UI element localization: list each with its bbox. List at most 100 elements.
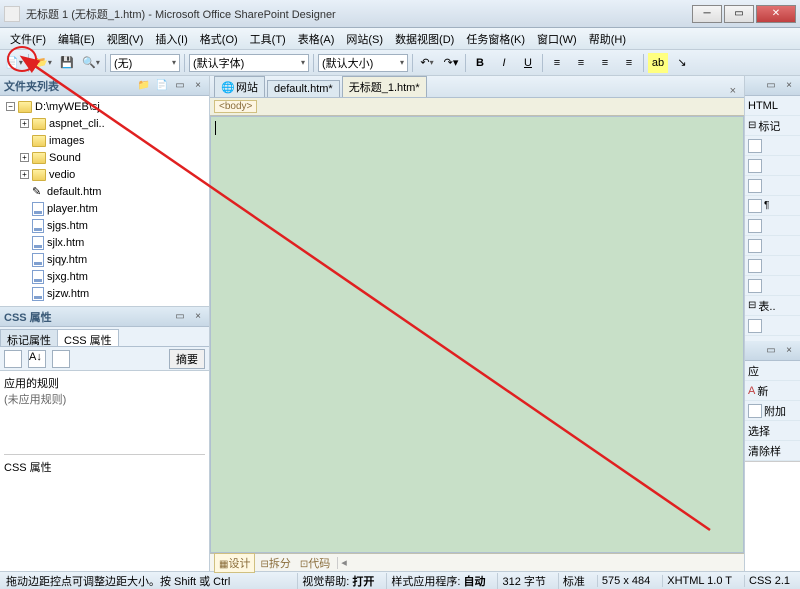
css-sort3-icon[interactable]	[52, 350, 70, 368]
folder-tree[interactable]: −D:\myWEB\sj +aspnet_cli.. images +Sound…	[0, 96, 209, 306]
preview-button[interactable]: 🔍▾	[81, 53, 101, 73]
close-tab-button[interactable]: ×	[726, 85, 740, 97]
undo-button[interactable]: ↶▾	[417, 53, 437, 73]
justify-button[interactable]: ≡	[619, 53, 639, 73]
css-toolbar: A↓ 摘要	[0, 347, 209, 371]
align-center-button[interactable]: ≡	[571, 53, 591, 73]
text-cursor	[215, 121, 216, 135]
panel-close-icon[interactable]: ×	[782, 79, 796, 93]
right-apply[interactable]: 应	[745, 361, 800, 381]
tree-file[interactable]: ✎default.htm	[2, 183, 207, 200]
size-selector[interactable]: (默认大小)▾	[318, 54, 408, 72]
panel-close-icon[interactable]: ×	[191, 79, 205, 93]
right-icon9[interactable]	[745, 316, 800, 336]
menu-table[interactable]: 表格(A)	[292, 29, 341, 49]
menu-window[interactable]: 窗口(W)	[531, 29, 583, 49]
css-rules-area[interactable]: 应用的规则 (未应用规则)	[4, 375, 205, 455]
tree-root[interactable]: −D:\myWEB\sj	[2, 98, 207, 115]
tab-tag-props[interactable]: 标记属性	[0, 329, 58, 346]
align-right-button[interactable]: ≡	[595, 53, 615, 73]
font-selector[interactable]: (默认字体)▾	[189, 54, 309, 72]
tree-file[interactable]: player.htm	[2, 200, 207, 217]
new-file-icon[interactable]: 📄	[155, 79, 169, 93]
panel-pin-icon[interactable]: ▭	[173, 310, 187, 324]
right-icon5[interactable]	[745, 216, 800, 236]
tree-file[interactable]: sjzw.htm	[2, 285, 207, 302]
panel-pin-icon[interactable]: ▭	[173, 79, 187, 93]
right-clear[interactable]: 清除样	[745, 441, 800, 461]
style-selector[interactable]: (无)▾	[110, 54, 180, 72]
minimize-button[interactable]: ─	[692, 5, 722, 23]
bold-button[interactable]: B	[470, 53, 490, 73]
status-xhtml[interactable]: XHTML 1.0 T	[662, 575, 736, 587]
right-html[interactable]: HTML	[745, 96, 800, 116]
status-visual[interactable]: 视觉帮助: 打开	[297, 573, 378, 589]
view-code[interactable]: ⊡代码	[296, 554, 334, 572]
tab-default[interactable]: default.htm*	[267, 80, 340, 97]
tree-file[interactable]: sjgs.htm	[2, 217, 207, 234]
breadcrumb-body-tag[interactable]: <body>	[214, 100, 257, 113]
menu-help[interactable]: 帮助(H)	[583, 29, 632, 49]
panel-close-icon[interactable]: ×	[191, 310, 205, 324]
panel-pin-icon[interactable]: ▭	[764, 79, 778, 93]
redo-button[interactable]: ↷▾	[441, 53, 461, 73]
highlight-button[interactable]: ab	[648, 53, 668, 73]
css-sort1-icon[interactable]	[4, 350, 22, 368]
design-editor[interactable]	[210, 116, 744, 553]
summary-button[interactable]: 摘要	[169, 349, 205, 369]
breadcrumb-bar: <body>	[210, 98, 744, 116]
more-button[interactable]: ↘	[672, 53, 692, 73]
css-sort2-icon[interactable]: A↓	[28, 350, 46, 368]
view-scroll-left[interactable]: ◂	[341, 556, 347, 569]
menu-dataview[interactable]: 数据视图(D)	[389, 29, 460, 49]
tree-folder[interactable]: images	[2, 132, 207, 149]
italic-button[interactable]: I	[494, 53, 514, 73]
tree-folder[interactable]: +vedio	[2, 166, 207, 183]
new-folder-icon[interactable]: 📁	[137, 79, 151, 93]
save-button[interactable]: 💾	[57, 53, 77, 73]
menu-file[interactable]: 文件(F)	[4, 29, 52, 49]
menu-taskpane[interactable]: 任务窗格(K)	[460, 29, 531, 49]
right-icon4[interactable]: ¶	[745, 196, 800, 216]
window-title: 无标题 1 (无标题_1.htm) - Microsoft Office Sha…	[26, 6, 692, 22]
menu-tools[interactable]: 工具(T)	[244, 29, 292, 49]
no-rules-text: (未应用规则)	[4, 391, 205, 407]
menu-edit[interactable]: 编辑(E)	[52, 29, 101, 49]
right-icon3[interactable]	[745, 176, 800, 196]
status-style[interactable]: 样式应用程序: 自动	[386, 573, 489, 589]
new-page-button[interactable]: 📄▾	[4, 53, 24, 73]
panel-pin-icon[interactable]: ▭	[764, 344, 778, 358]
right-icon6[interactable]	[745, 236, 800, 256]
view-design[interactable]: ▦设计	[214, 553, 255, 573]
document-tabs: 🌐网站 default.htm* 无标题_1.htm* ×	[210, 76, 744, 98]
right-icon1[interactable]	[745, 136, 800, 156]
tab-untitled[interactable]: 无标题_1.htm*	[342, 76, 427, 97]
tree-file[interactable]: sjxg.htm	[2, 268, 207, 285]
tree-file[interactable]: sjlx.htm	[2, 234, 207, 251]
menu-insert[interactable]: 插入(I)	[149, 29, 193, 49]
tree-folder[interactable]: +Sound	[2, 149, 207, 166]
css-props-area[interactable]: CSS 属性	[4, 455, 205, 567]
maximize-button[interactable]: ▭	[724, 5, 754, 23]
right-icon7[interactable]	[745, 256, 800, 276]
right-table[interactable]: ⊟表..	[745, 296, 800, 316]
tab-site[interactable]: 🌐网站	[214, 76, 265, 97]
align-left-button[interactable]: ≡	[547, 53, 567, 73]
right-mark[interactable]: ⊟标记	[745, 116, 800, 136]
tree-file[interactable]: sjqy.htm	[2, 251, 207, 268]
tree-folder[interactable]: +aspnet_cli..	[2, 115, 207, 132]
status-css[interactable]: CSS 2.1	[744, 575, 794, 587]
view-split[interactable]: ⊟拆分	[256, 554, 294, 572]
right-new[interactable]: A新	[745, 381, 800, 401]
right-icon8[interactable]	[745, 276, 800, 296]
right-icon2[interactable]	[745, 156, 800, 176]
right-attach[interactable]: 附加	[745, 401, 800, 421]
underline-button[interactable]: U	[518, 53, 538, 73]
menu-view[interactable]: 视图(V)	[101, 29, 150, 49]
close-button[interactable]: ✕	[756, 5, 796, 23]
menu-site[interactable]: 网站(S)	[340, 29, 389, 49]
menu-format[interactable]: 格式(O)	[194, 29, 244, 49]
tab-css-props[interactable]: CSS 属性	[57, 329, 119, 346]
open-button[interactable]: 📂▾	[33, 53, 53, 73]
panel-close-icon[interactable]: ×	[782, 344, 796, 358]
